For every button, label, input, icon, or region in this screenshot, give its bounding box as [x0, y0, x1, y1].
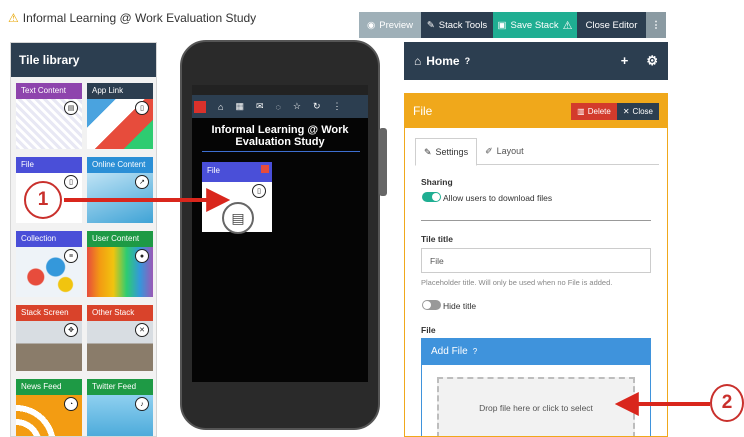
- callout-step-1: 1: [24, 181, 62, 219]
- callout-arrows: [64, 188, 710, 416]
- callout-step-2: 2: [710, 384, 744, 422]
